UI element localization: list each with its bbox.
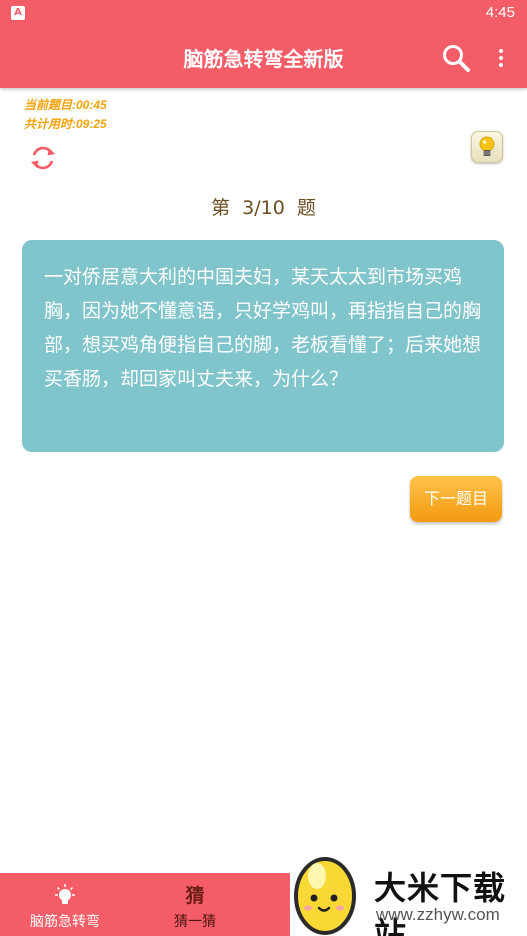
more-icon-dot (499, 49, 503, 53)
more-menu-button[interactable] (490, 42, 512, 74)
notification-app-icon: A (11, 6, 25, 20)
more-icon-dot (499, 56, 503, 60)
more-icon-dot (499, 63, 503, 67)
search-icon (443, 45, 470, 72)
question-card: 一对侨居意大利的中国夫妇，某天太太到市场买鸡胸，因为她不懂意语，只好学鸡叫，再指… (22, 240, 504, 452)
current-question-timer: 当前题目:00:45 (24, 98, 107, 112)
question-number: 第 3/10 题 (211, 197, 316, 219)
tab-brain-teaser[interactable]: 脑筋急转弯 (20, 873, 110, 936)
lightbulb-icon (479, 136, 495, 156)
status-bar: A 4:45 (0, 0, 527, 26)
question-text: 一对侨居意大利的中国夫妇，某天太太到市场买鸡胸，因为她不懂意语，只好学鸡叫，再指… (44, 266, 482, 390)
watermark-name: 大米下载站 (374, 869, 507, 936)
lightbulb-icon (55, 884, 75, 904)
total-time-timer: 共计用时:09:25 (24, 117, 107, 131)
hint-button[interactable] (471, 131, 503, 163)
watermark-logo (294, 857, 356, 935)
bottom-tab-bar: 脑筋急转弯 猜 猜一猜 (0, 873, 290, 936)
next-question-button[interactable]: 下一题目 (410, 476, 502, 522)
tab-label: 脑筋急转弯 (30, 914, 100, 930)
status-time: 4:45 (485, 4, 515, 21)
refresh-icon (31, 146, 55, 170)
watermark: 大米下载站 www.zzhyw.com (290, 840, 527, 936)
refresh-button[interactable] (28, 143, 58, 173)
tab-guess[interactable]: 猜 猜一猜 (150, 873, 240, 936)
search-button[interactable] (440, 42, 472, 74)
tab-label: 猜一猜 (174, 914, 216, 930)
watermark-url: www.zzhyw.com (376, 905, 500, 924)
guess-icon: 猜 (185, 885, 205, 907)
app-bar: 脑筋急转弯全新版 (0, 26, 527, 88)
